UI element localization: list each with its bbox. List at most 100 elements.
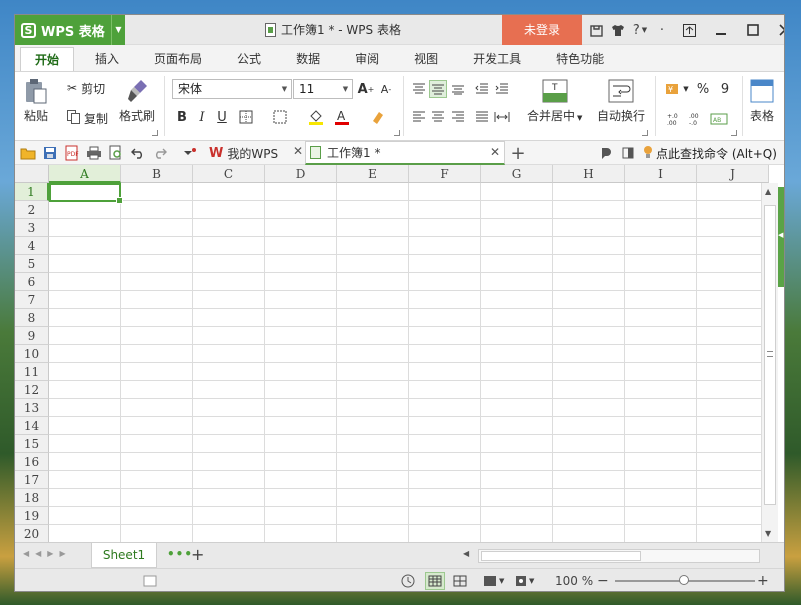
new-tab-icon[interactable]: + xyxy=(509,143,527,164)
panel-icon[interactable] xyxy=(619,144,637,162)
paste-button[interactable]: 粘贴 xyxy=(23,78,49,124)
row-header-8[interactable]: 8 xyxy=(15,309,49,327)
font-launcher-icon[interactable] xyxy=(394,130,400,136)
clipboard-launcher-icon[interactable] xyxy=(152,130,158,136)
row-header-16[interactable]: 16 xyxy=(15,453,49,471)
speech-icon[interactable] xyxy=(597,144,615,162)
cell-style-icon[interactable] xyxy=(271,108,289,126)
sheet-tab-sheet1[interactable]: Sheet1 xyxy=(91,543,157,568)
row-header-12[interactable]: 12 xyxy=(15,381,49,399)
number-launcher-icon[interactable] xyxy=(731,130,737,136)
side-panel-toggle[interactable]: ◀ xyxy=(778,187,784,287)
column-header-a[interactable]: A xyxy=(49,165,121,183)
normal-view-icon[interactable] xyxy=(425,572,445,590)
row-header-18[interactable]: 18 xyxy=(15,489,49,507)
eye-protect-icon[interactable]: ▼ xyxy=(515,572,534,590)
skin-icon[interactable] xyxy=(585,15,607,45)
restore-ribbon-icon[interactable] xyxy=(673,15,705,45)
row-header-10[interactable]: 10 xyxy=(15,345,49,363)
select-all-corner[interactable] xyxy=(15,165,49,183)
number-format-icon[interactable]: AB xyxy=(710,110,728,128)
percent-button[interactable]: % xyxy=(694,80,712,98)
justify-icon[interactable] xyxy=(473,108,491,126)
row-header-5[interactable]: 5 xyxy=(15,255,49,273)
row-header-3[interactable]: 3 xyxy=(15,219,49,237)
sheet-nav-icon[interactable]: ◀◀▶▶ xyxy=(23,549,72,558)
app-menu-button[interactable]: S WPS 表格 ▼ xyxy=(15,15,125,45)
add-sheet-icon[interactable]: + xyxy=(191,545,204,564)
align-right-icon[interactable] xyxy=(449,108,467,126)
maximize-button[interactable] xyxy=(737,15,769,45)
login-button[interactable]: 未登录 xyxy=(502,15,582,45)
tab-developer[interactable]: 开发工具 xyxy=(459,47,535,71)
backup-icon[interactable] xyxy=(401,572,415,590)
zoom-slider[interactable] xyxy=(615,572,755,590)
column-header-g[interactable]: G xyxy=(481,165,553,183)
thousands-separator-button[interactable]: 9 xyxy=(716,80,734,98)
column-header-h[interactable]: H xyxy=(553,165,625,183)
zoom-in-icon[interactable]: + xyxy=(757,572,769,590)
tab-formulas[interactable]: 公式 xyxy=(223,47,275,71)
align-bottom-icon[interactable] xyxy=(449,80,467,98)
print-preview-icon[interactable] xyxy=(107,144,125,162)
column-header-f[interactable]: F xyxy=(409,165,481,183)
row-header-19[interactable]: 19 xyxy=(15,507,49,525)
alignment-launcher-icon[interactable] xyxy=(642,130,648,136)
column-header-e[interactable]: E xyxy=(337,165,409,183)
row-header-1[interactable]: 1 xyxy=(15,183,49,201)
worksheet-grid[interactable]: ABCDEFGHIJ 1 2 3 4 5 6 7 8 9 10 11 12 13 14 15 16 17 18 19… xyxy=(15,165,784,542)
open-folder-icon[interactable] xyxy=(19,144,37,162)
active-cell[interactable] xyxy=(49,183,123,204)
italic-button[interactable]: I xyxy=(193,108,211,126)
copy-button[interactable]: 复制 xyxy=(67,108,108,128)
row-header-9[interactable]: 9 xyxy=(15,327,49,345)
customize-toolbar-icon[interactable] xyxy=(181,144,199,162)
scroll-left-icon[interactable]: ◀ xyxy=(463,549,469,558)
font-color-icon[interactable]: A xyxy=(333,108,351,126)
scroll-down-icon[interactable]: ▼ xyxy=(765,529,771,538)
merge-center-button[interactable]: T 合并居中 ▼ xyxy=(527,78,582,124)
row-header-2[interactable]: 2 xyxy=(15,201,49,219)
row-header-7[interactable]: 7 xyxy=(15,291,49,309)
increase-indent-icon[interactable] xyxy=(493,80,511,98)
cut-button[interactable]: ✂ 剪切 xyxy=(67,78,105,98)
row-header-13[interactable]: 13 xyxy=(15,399,49,417)
increase-font-icon[interactable]: A + xyxy=(357,80,375,98)
font-size-select[interactable]: 11 ▼ xyxy=(293,79,353,99)
column-header-b[interactable]: B xyxy=(121,165,193,183)
page-layout-view-icon[interactable] xyxy=(453,572,467,590)
scrollbar-thumb[interactable] xyxy=(764,205,776,505)
table-style-button[interactable]: 表格 xyxy=(749,78,775,124)
align-middle-icon[interactable] xyxy=(429,80,447,98)
decrease-decimal-icon[interactable]: .00 -.0 xyxy=(687,110,705,128)
increase-decimal-icon[interactable]: +.0.00 xyxy=(665,110,683,128)
command-search[interactable]: 点此查找命令 (Alt+Q) xyxy=(643,144,784,162)
reading-mode-icon[interactable]: ▼ xyxy=(483,572,504,590)
fill-color-icon[interactable] xyxy=(307,108,325,126)
row-header-17[interactable]: 17 xyxy=(15,471,49,489)
clear-format-icon[interactable] xyxy=(369,108,387,126)
more-sheets-icon[interactable]: ••• xyxy=(167,547,193,561)
vertical-scrollbar[interactable]: ▲ ▼ xyxy=(761,183,778,542)
horizontal-scrollbar[interactable] xyxy=(478,549,760,563)
row-header-15[interactable]: 15 xyxy=(15,435,49,453)
minimize-button[interactable] xyxy=(705,15,737,45)
row-header-6[interactable]: 6 xyxy=(15,273,49,291)
zoom-level[interactable]: 100 % xyxy=(555,572,593,590)
doc-tab-workbook1[interactable]: 工作簿1 * ✕ xyxy=(305,141,505,165)
redo-icon[interactable] xyxy=(151,144,169,162)
tab-special-features[interactable]: 特色功能 xyxy=(542,47,618,71)
row-header-11[interactable]: 11 xyxy=(15,363,49,381)
column-header-i[interactable]: I xyxy=(625,165,697,183)
close-button[interactable] xyxy=(769,15,784,45)
tab-page-layout[interactable]: 页面布局 xyxy=(140,47,216,71)
column-header-j[interactable]: J xyxy=(697,165,769,183)
format-painter-button[interactable]: 格式刷 xyxy=(119,78,155,124)
chevron-down-icon[interactable]: ▼ xyxy=(111,15,125,45)
save-icon[interactable] xyxy=(41,144,59,162)
tab-home[interactable]: 开始 xyxy=(20,47,75,71)
tab-view[interactable]: 视图 xyxy=(400,47,452,71)
close-icon[interactable]: ✕ xyxy=(293,144,303,158)
align-center-icon[interactable] xyxy=(429,108,447,126)
close-icon[interactable]: ✕ xyxy=(490,145,500,159)
